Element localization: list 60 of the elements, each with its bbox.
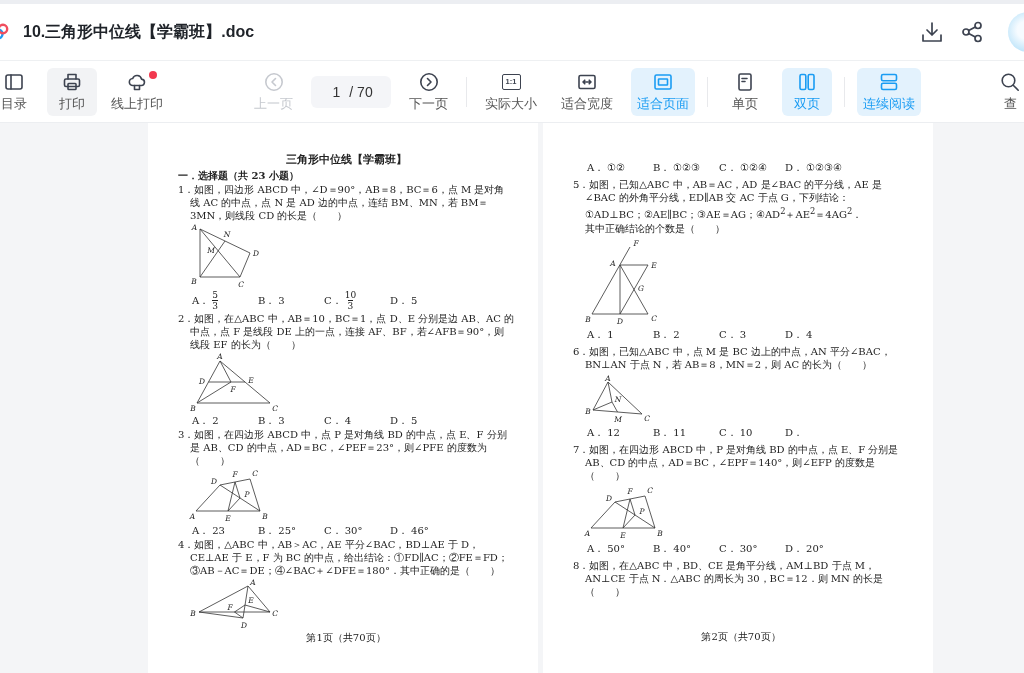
- answer-option: A． 1: [587, 328, 614, 342]
- search-button[interactable]: 查: [985, 67, 1024, 116]
- print-button[interactable]: 打印: [47, 67, 97, 116]
- window-title: 10.三角形中位线【学霸班】.doc: [23, 21, 255, 42]
- answer-option: D． 46°: [390, 524, 429, 537]
- contents-button[interactable]: 目录: [0, 67, 39, 116]
- question-text: ①AD⊥BC；②AE∥BC；③AE＝AG；④AD$^{2}$＋AE$^{2}$＝4AG$^{2}$．: [584, 205, 864, 222]
- answer-option: C． 30°: [719, 542, 758, 556]
- answer-option: D． 20°: [785, 542, 824, 556]
- answer-option: D．: [785, 426, 804, 440]
- answer-option: A． 2: [192, 414, 219, 427]
- answer-option: D． 5: [390, 294, 418, 307]
- question-text: 3．如图，在四边形 ABCD 中，点 P 是对角线 BD 的中点，点 E、F 分别是 AB、CD 的中点，AD＝BC，∠PEF＝23°，则∠PFE 的度数为（ ）: [178, 428, 508, 467]
- question-text: 4．如图，△ABC 中，AB＞AC，AE 平分∠BAC，BD⊥AE 于 D，CE⊥AE 于 E，F 为 BC 的中点，给出结论：①FD∥AC；②FE＝FD；③AB－AC＝DE；④∠BAC＋∠DFE＝180°．其中正确的是（ ）: [178, 538, 509, 577]
- page-icon[interactable]: [735, 71, 755, 92]
- online-print-button[interactable]: 线上打印: [105, 67, 169, 116]
- answer-option: B． 25°: [258, 524, 297, 537]
- answer-option: D． 4: [785, 328, 813, 342]
- page-footer: 第2页（共70页）: [701, 630, 781, 643]
- answer-option: C． 4: [324, 414, 352, 427]
- document-title: 三角形中位线【学霸班】: [285, 153, 407, 166]
- question-text: 2．如图，在△ABC 中，AB＝10，BC＝1，点 D、E 分别是边 AB、AC 的中点，点 F 是线段 DE 上的一点，连接 AF、BF，若∠AFB＝90°，则线段 EF 的长为（ ）: [178, 312, 514, 351]
- two-columns-icon[interactable]: [797, 71, 817, 92]
- answer-option: C． ①②④: [719, 161, 767, 174]
- single-page-button[interactable]: 单页: [720, 67, 770, 116]
- answer-option: B． 11: [653, 426, 687, 440]
- answer-option: B． ①②③: [653, 161, 701, 174]
- question-text: 8．如图，在△ABC 中，BD、CE 是角平分线，AM⊥BD 于点 M，AN⊥CE 于点 N．△ABC 的周长为 30，BC＝12．则 MN 的长是（ ）: [573, 559, 884, 599]
- next-page-button[interactable]: 下一页: [403, 67, 454, 116]
- printer-icon[interactable]: [62, 71, 82, 92]
- download-icon[interactable]: [921, 21, 943, 43]
- two-rows-icon[interactable]: [879, 71, 899, 92]
- page-number-input[interactable]: 1: [329, 83, 344, 100]
- nested-rectangle-icon[interactable]: [653, 71, 673, 92]
- question-text: 其中正确结论的个数是（ ）: [584, 222, 726, 236]
- share-icon[interactable]: [961, 21, 983, 43]
- fit-width-button[interactable]: 适合宽度: [555, 67, 619, 116]
- answer-option: A． 50°: [587, 542, 625, 556]
- search-icon[interactable]: [1000, 71, 1020, 92]
- question-text: 5．如图，已知△ABC 中，AB＝AC，AD 是∠BAC 的平分线，AE 是∠BAC 的外角平分线，ED∥AB 交 AC 于点 G，下列结论：: [573, 178, 883, 204]
- answer-option: B． 40°: [653, 542, 692, 556]
- answer-option: C． 10: [719, 426, 753, 440]
- answer-option: C． 30°: [324, 524, 363, 537]
- answer-option: A． 23: [192, 524, 225, 537]
- answer-option: B． 3: [258, 294, 285, 307]
- answer-option: D． 5: [390, 414, 418, 427]
- question-text: 6．如图，已知△ABC 中，点 M 是 BC 边上的中点，AN 平分∠BAC，BN⊥AN 于点 N，若 AB＝8，MN＝2，则 AC 的长为（ ）: [573, 345, 892, 372]
- question-text: 7．如图，在四边形 ABCD 中，P 是对角线 BD 的中点，点 E、F 分别是 AB、CD 的中点，AD＝BC，∠EPF＝140°，则∠EFP 的度数是（ ）: [573, 443, 900, 483]
- page-footer: 第1页（共70页）: [306, 631, 386, 644]
- answer-option: A． ①②: [587, 161, 626, 174]
- section-heading: 一．选择题（共 23 小题）: [178, 169, 299, 182]
- sidebar-icon[interactable]: [4, 71, 24, 92]
- question-text: 1．如图，四边形 ABCD 中，∠D＝90°，AB＝8，BC＝6，点 M 是对角线 AC 的中点，点 N 是 AD 边的中点，连结 BM、MN，若 BM＝3MN，则线段 CD 的长是（ ）: [178, 183, 506, 222]
- chevron-right-circle-icon[interactable]: [418, 71, 439, 92]
- answer-option: A． 12: [587, 426, 620, 440]
- page-number-field[interactable]: 1 / 70: [311, 75, 391, 108]
- answer-option: B． 3: [258, 414, 285, 427]
- answer-option: B． 2: [653, 328, 680, 342]
- answer-option: C． 3: [719, 328, 747, 342]
- answer-option: D． ①②③④: [785, 161, 843, 174]
